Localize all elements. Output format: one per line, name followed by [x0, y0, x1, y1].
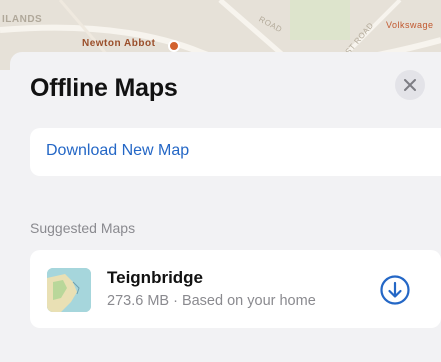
download-new-map-label: Download New Map [46, 142, 190, 159]
download-arrow-circle-icon[interactable] [379, 274, 411, 306]
map-area-label: ILANDS [2, 14, 43, 25]
offline-maps-sheet: Offline Maps Download New Map Suggested … [10, 52, 441, 362]
page-title: Offline Maps [30, 74, 178, 102]
xmark-icon [404, 79, 416, 91]
download-new-map-button[interactable]: Download New Map [30, 128, 441, 176]
section-header-suggested-maps: Suggested Maps [30, 220, 136, 236]
map-meta: 273.6 MB · Based on your home [107, 293, 316, 309]
map-poi-label: Volkswage [386, 20, 434, 30]
map-pin-icon[interactable] [168, 40, 180, 52]
map-thumbnail [47, 268, 91, 312]
suggested-map-item[interactable]: Teignbridge 273.6 MB · Based on your hom… [30, 250, 441, 328]
close-button[interactable] [395, 70, 425, 100]
map-name: Teignbridge [107, 268, 204, 287]
map-town-label: Newton Abbot [82, 38, 156, 49]
